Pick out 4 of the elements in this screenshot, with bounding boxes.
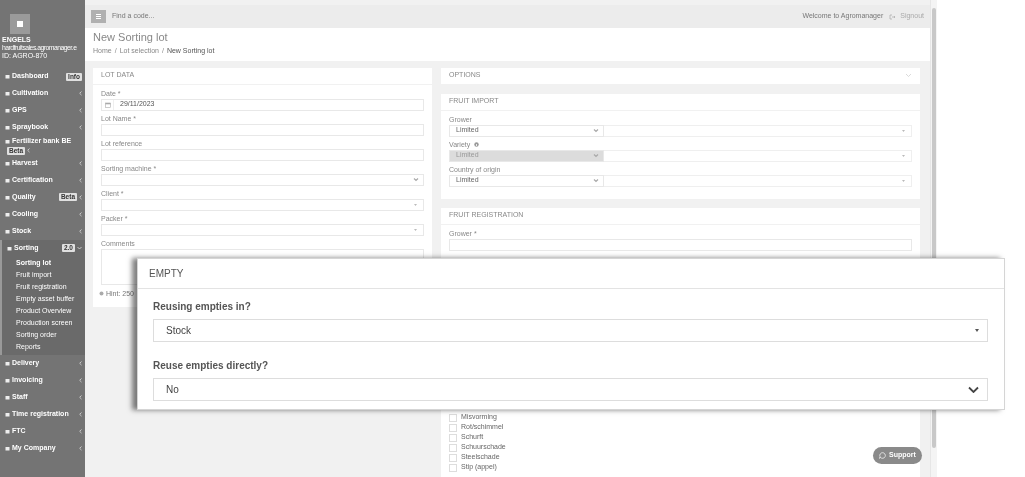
field-label: Reusing empties in? (153, 300, 252, 314)
dialog-title: EMPTY (149, 267, 184, 281)
field-label: Reuse empties directly? (153, 359, 270, 373)
page-title: New Sorting lot (93, 31, 169, 45)
